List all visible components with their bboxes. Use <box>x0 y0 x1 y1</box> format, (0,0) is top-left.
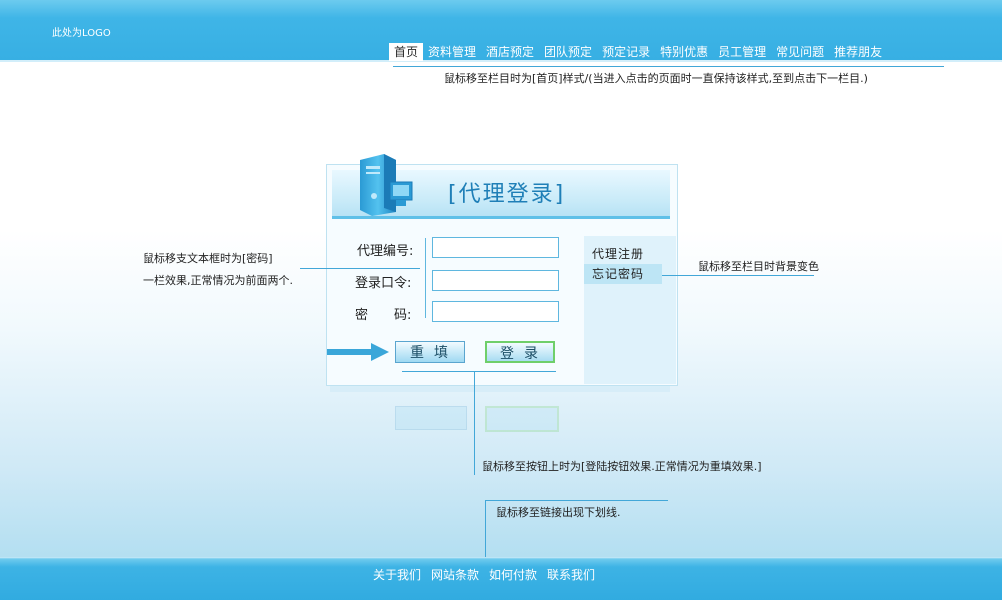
side-annotation-connector <box>662 275 814 276</box>
link-annotation: 鼠标移至链接出现下划线. <box>496 506 621 519</box>
register-link[interactable]: 代理注册 <box>592 245 644 262</box>
computer-icon <box>360 154 413 216</box>
nav-item-group-booking[interactable]: 团队预定 <box>539 43 597 61</box>
footer-link-contact[interactable]: 联系我们 <box>547 566 595 583</box>
arrow-right-icon <box>327 343 389 361</box>
nav-item-home[interactable]: 首页 <box>389 43 424 61</box>
agent-id-input[interactable] <box>432 237 559 258</box>
password-label: 登录口令: <box>355 276 412 291</box>
button-annotation-underline <box>402 371 556 372</box>
nav-item-refer-friend[interactable]: 推荐朋友 <box>829 43 887 61</box>
nav-item-booking-records[interactable]: 预定记录 <box>597 43 655 61</box>
nav-annotation-line <box>393 66 944 67</box>
button-annotation: 鼠标移至按钮上时为[登陆按钮效果.正常情况为重填效果.] <box>482 460 762 473</box>
nav-item-hotel-booking[interactable]: 酒店预定 <box>481 43 539 61</box>
nav-item-special-offers[interactable]: 特别优惠 <box>655 43 713 61</box>
footer-link-payment[interactable]: 如何付款 <box>489 566 537 583</box>
nav-item-profile[interactable]: 资料管理 <box>423 43 481 61</box>
reset-button[interactable]: 重填 <box>395 341 465 363</box>
label-separator <box>425 238 426 318</box>
button-annotation-connector <box>474 372 475 475</box>
logo-placeholder[interactable]: 此处为LOGO <box>52 24 111 39</box>
forgot-password-link[interactable]: 忘记密码 <box>584 264 662 284</box>
link-annotation-line <box>485 500 668 501</box>
footer-links: 关于我们 网站条款 如何付款 联系我们 <box>373 566 605 583</box>
side-annotation: 鼠标移至栏目时背景变色 <box>698 260 819 273</box>
agent-id-label: 代理编号: <box>357 244 414 259</box>
textbox-annotation-connector <box>300 268 420 269</box>
password-input[interactable] <box>432 270 559 291</box>
footer-link-terms[interactable]: 网站条款 <box>431 566 479 583</box>
login-button[interactable]: 登录 <box>485 341 555 363</box>
nav-item-faq[interactable]: 常见问题 <box>771 43 829 61</box>
code-label: 密 码: <box>355 308 412 323</box>
main-nav: 首页 资料管理 酒店预定 团队预定 预定记录 特别优惠 员工管理 常见问题 推荐… <box>389 43 887 61</box>
textbox-annotation-line2: 一栏效果,正常情况为前面两个. <box>143 274 293 287</box>
nav-annotation: 鼠标移至栏目时为[首页]样式/(当进入点击的页面时一直保持该样式,至到点击下一栏… <box>444 72 868 85</box>
textbox-annotation-line1: 鼠标移支文本框时为[密码] <box>143 252 273 265</box>
nav-item-staff[interactable]: 员工管理 <box>713 43 771 61</box>
login-reflection <box>326 386 676 440</box>
login-title: [代理登录] <box>448 182 566 207</box>
code-input[interactable] <box>432 301 559 322</box>
footer-link-about[interactable]: 关于我们 <box>373 566 421 583</box>
